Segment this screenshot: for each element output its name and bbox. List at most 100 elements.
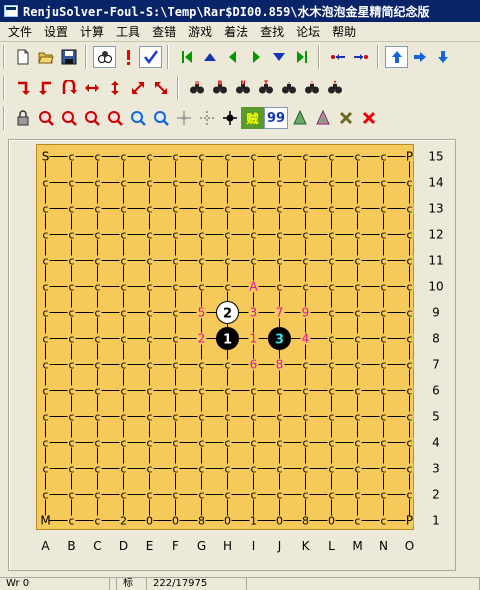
point-mark: c: [380, 151, 386, 164]
candidate-mark: 9: [302, 306, 310, 320]
point-mark: c: [328, 151, 334, 164]
point-mark: c: [328, 333, 334, 346]
column-label: M: [352, 539, 362, 553]
row-label: 9: [432, 306, 440, 320]
point-mark: c: [120, 385, 126, 398]
point-mark: c: [354, 229, 360, 242]
point-mark: c: [146, 203, 152, 216]
point-mark: c: [328, 255, 334, 268]
row-label: 11: [428, 254, 443, 268]
point-mark: c: [328, 177, 334, 190]
point-mark: c: [172, 151, 178, 164]
point-mark: c: [94, 463, 100, 476]
point-mark: c: [224, 489, 230, 502]
point-mark: c: [380, 515, 386, 528]
point-mark: c: [42, 229, 48, 242]
point-mark: c: [94, 411, 100, 424]
point-mark: c: [120, 463, 126, 476]
point-mark: c: [224, 203, 230, 216]
point-mark: c: [198, 385, 204, 398]
point-mark: S: [42, 150, 50, 164]
point-mark: c: [198, 281, 204, 294]
candidate-mark: 4: [302, 332, 310, 346]
status-extra: [247, 578, 480, 590]
point-mark: c: [198, 437, 204, 450]
point-mark: c: [354, 437, 360, 450]
point-mark: c: [94, 307, 100, 320]
point-mark: 0: [328, 515, 335, 528]
column-label: L: [328, 539, 335, 553]
point-mark: c: [224, 411, 230, 424]
point-mark: c: [120, 151, 126, 164]
point-mark: c: [172, 177, 178, 190]
point-mark: c: [68, 229, 74, 242]
point-mark: c: [302, 255, 308, 268]
point-mark: c: [68, 333, 74, 346]
point-mark: c: [120, 489, 126, 502]
column-label: K: [302, 539, 311, 553]
status-mark: 标: [117, 578, 147, 590]
point-mark: c: [276, 151, 282, 164]
point-mark: c: [172, 411, 178, 424]
candidate-mark: 1: [250, 332, 258, 346]
point-mark: c: [94, 333, 100, 346]
point-mark: c: [146, 151, 152, 164]
point-mark: c: [120, 177, 126, 190]
point-mark: c: [380, 229, 386, 242]
point-mark: c: [354, 255, 360, 268]
point-mark: 2: [120, 515, 127, 528]
point-mark: c: [250, 489, 256, 502]
point-mark: c: [120, 437, 126, 450]
row-label: 13: [428, 202, 443, 216]
point-mark: c: [224, 463, 230, 476]
point-mark: c: [198, 229, 204, 242]
point-mark: c: [302, 151, 308, 164]
point-mark: c: [146, 177, 152, 190]
point-mark: c: [68, 385, 74, 398]
row-label: 5: [432, 410, 440, 424]
row-label: 8: [432, 332, 440, 346]
point-mark: c: [172, 229, 178, 242]
point-mark: M: [40, 514, 50, 528]
point-mark: c: [406, 359, 412, 372]
point-mark: c: [328, 489, 334, 502]
point-mark: 0: [276, 515, 283, 528]
column-label: E: [146, 539, 154, 553]
point-mark: c: [406, 307, 412, 320]
point-mark: c: [42, 437, 48, 450]
point-mark: c: [94, 281, 100, 294]
point-mark: c: [68, 177, 74, 190]
point-mark: c: [42, 333, 48, 346]
point-mark: c: [172, 437, 178, 450]
column-label: B: [67, 539, 75, 553]
point-mark: c: [406, 411, 412, 424]
point-mark: c: [172, 463, 178, 476]
point-mark: c: [354, 203, 360, 216]
point-mark: c: [198, 151, 204, 164]
point-mark: 8: [198, 515, 205, 528]
point-mark: c: [328, 281, 334, 294]
status-bar: Wr 0 标 222/17975: [0, 577, 480, 590]
point-mark: c: [328, 385, 334, 398]
row-label: 6: [432, 384, 440, 398]
point-mark: c: [94, 177, 100, 190]
point-mark: c: [120, 281, 126, 294]
point-mark: c: [94, 515, 100, 528]
point-mark: c: [406, 385, 412, 398]
stone-number: 1: [223, 333, 232, 348]
status-count: 222/17975: [147, 578, 247, 590]
column-label: A: [41, 539, 50, 553]
point-mark: c: [406, 281, 412, 294]
point-mark: c: [94, 385, 100, 398]
point-mark: c: [94, 437, 100, 450]
point-mark: c: [68, 515, 74, 528]
point-mark: c: [68, 203, 74, 216]
point-mark: c: [224, 281, 230, 294]
point-mark: c: [250, 177, 256, 190]
point-mark: c: [380, 463, 386, 476]
point-mark: c: [380, 385, 386, 398]
point-mark: c: [68, 463, 74, 476]
status-move: Wr 0: [0, 578, 110, 590]
row-label: 1: [432, 514, 440, 528]
row-label: 3: [432, 462, 440, 476]
